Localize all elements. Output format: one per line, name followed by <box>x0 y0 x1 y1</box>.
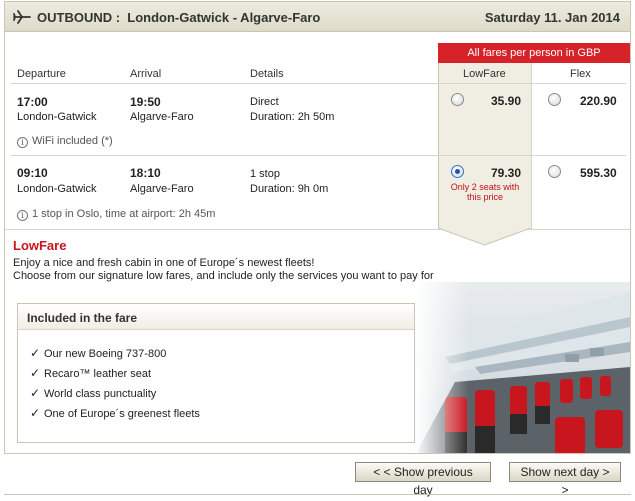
flex-radio[interactable] <box>548 93 561 106</box>
outbound-header: OUTBOUND : London-Gatwick - Algarve-Faro… <box>5 2 630 32</box>
departure-airport: London-Gatwick <box>17 111 97 123</box>
divider <box>11 155 626 156</box>
flex-radio[interactable] <box>548 165 561 178</box>
divider <box>4 494 631 495</box>
checkmark-icon: ✓ <box>30 366 41 380</box>
arrival-airport: Algarve-Faro <box>130 183 194 195</box>
checkmark-icon: ✓ <box>30 346 41 360</box>
lowfare-radio[interactable] <box>451 93 464 106</box>
included-item: ✓ Recaro™ leather seat <box>30 366 151 380</box>
show-previous-day-button[interactable]: < < Show previous day <box>355 462 491 497</box>
header-date: Saturday 11. Jan 2014 <box>484 10 620 25</box>
lowfare-price: 79.30 <box>491 166 522 180</box>
info-icon: i <box>17 137 28 148</box>
lowfare-price: 35.90 <box>491 94 522 108</box>
column-divider <box>438 63 439 229</box>
flight-stops: 1 stop <box>250 168 280 180</box>
departure-time: 09:10 <box>17 166 48 180</box>
included-fare-title: Included in the fare <box>27 311 138 325</box>
included-item: ✓ World class punctuality <box>30 386 157 400</box>
show-next-day-button[interactable]: Show next day > > <box>509 462 621 497</box>
fare-currency-note: All fares per person in GBP <box>438 43 630 63</box>
promo-text: Enjoy a nice and fresh cabin in one of E… <box>13 257 315 269</box>
col-details: Details <box>250 68 284 80</box>
promo-text: Choose from our signature low fares, and… <box>13 270 434 282</box>
included-fare-box: Included in the fare ✓ Our new Boeing 737… <box>17 303 415 443</box>
flight-stops: Direct <box>250 96 279 108</box>
arrival-time: 18:10 <box>130 166 161 180</box>
header-route: OUTBOUND : London-Gatwick - Algarve-Faro <box>37 10 321 25</box>
promo-title: LowFare <box>13 238 67 253</box>
col-arrival: Arrival <box>130 68 162 80</box>
included-fare-header: Included in the fare <box>18 304 414 330</box>
checkmark-icon: ✓ <box>30 386 41 400</box>
lowfare-column-highlight <box>438 63 531 229</box>
lowfare-promo: LowFare Enjoy a nice and fresh cabin in … <box>5 229 630 453</box>
flight-info: i1 stop in Oslo, time at airport: 2h 45m <box>17 208 215 221</box>
flight-duration: Duration: 9h 0m <box>250 183 329 195</box>
airplane-icon <box>13 10 31 24</box>
col-departure: Departure <box>17 68 66 80</box>
column-divider <box>531 63 532 229</box>
outbound-panel: OUTBOUND : London-Gatwick - Algarve-Faro… <box>4 1 631 454</box>
info-icon: i <box>17 210 28 221</box>
flex-price: 595.30 <box>580 166 617 180</box>
departure-time: 17:00 <box>17 95 48 109</box>
arrival-airport: Algarve-Faro <box>130 111 194 123</box>
selected-fare-pointer <box>438 228 531 246</box>
arrival-time: 19:50 <box>130 95 161 109</box>
flight-duration: Duration: 2h 50m <box>250 111 335 123</box>
included-item: ✓ One of Europe´s greenest fleets <box>30 406 200 420</box>
lowfare-radio-selected[interactable] <box>451 165 464 178</box>
seats-left-notice: Only 2 seats with this price <box>450 182 520 202</box>
flex-price: 220.90 <box>580 94 617 108</box>
checkmark-icon: ✓ <box>30 406 41 420</box>
departure-airport: London-Gatwick <box>17 183 97 195</box>
included-item: ✓ Our new Boeing 737-800 <box>30 346 167 360</box>
col-flex: Flex <box>570 68 591 80</box>
divider <box>11 83 626 84</box>
flight-info: i WiFi included (*) <box>17 135 113 148</box>
col-lowfare: LowFare <box>463 68 506 80</box>
aircraft-cabin-image <box>415 282 630 453</box>
